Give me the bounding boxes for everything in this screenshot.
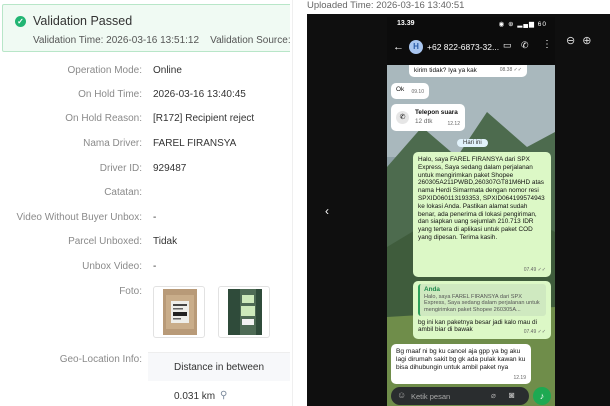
photo-thumbnail-parcel[interactable] [153,286,205,338]
chevron-left-icon[interactable]: ‹ [325,204,329,218]
zoom-out-icon[interactable]: ⊖ [566,34,575,47]
photo-thumbnail-chat[interactable] [218,286,270,338]
avatar: H [409,40,423,54]
message-text: kirim tidak? Iya ya kak [414,67,477,74]
field-value: - [153,212,157,223]
field-driver-id: Driver ID: 929487 [0,163,290,183]
status-icons: ◉ ⊕ ▂▄▆ 60 [498,21,547,28]
back-arrow-icon: ← [393,41,404,53]
field-value: - [153,261,157,272]
more-options-icon: ⋮ [542,39,552,50]
field-label: Nama Driver: [83,138,142,149]
zoom-in-icon[interactable]: ⊕ [582,34,591,47]
video-call-icon: ▭ [503,40,512,50]
message-input-bar: ☺ Ketik pesan ⌀ ◙ ♪ [387,386,555,406]
chat-photo-image [228,289,262,335]
status-time: 13.39 [397,20,415,27]
field-label: Operation Mode: [67,65,143,76]
chat-screenshot: 13.39 ◉ ⊕ ▂▄▆ 60 ← H +62 822-6873-32... … [387,17,555,406]
banner-title: Validation Passed [33,14,133,28]
message-text: Ok [396,86,405,93]
message-time: 12.19 [513,375,526,381]
message-bubble: Bg maaf ni bg ku cancel aja gpp ya bg ak… [391,344,531,384]
message-text: bg ini kan paketnya besar jadi kalo mau … [418,318,538,334]
geo-column-header: Distance in between [148,353,290,381]
chat-header: ← H +62 822-6873-32... ▭ ✆ ⋮ [387,31,555,65]
banner-subtitle: Validation Time: 2026-03-16 13:51:12 Val… [33,35,290,46]
uploaded-time: Uploaded Time: 2026-03-16 13:40:51 [307,0,465,11]
call-duration: 12 dtk [415,118,433,125]
field-value: [R172] Recipient reject [153,113,255,124]
field-value: 2026-03-16 13:40:45 [153,89,246,100]
geo-distance-value: 0.031 km [174,391,216,402]
field-value: Online [153,65,182,76]
field-on-hold-reason: On Hold Reason: [R172] Recipient reject [0,113,290,133]
field-label: Video Without Buyer Unbox: [16,212,142,223]
message-time: 12.12 [447,121,460,128]
call-title: Telepon suara [415,109,458,116]
message-text: Bg maaf ni bg ku cancel aja gpp ya bg ak… [396,348,526,371]
quoted-author: Anda [424,286,440,293]
field-label: On Hold Time: [78,89,142,100]
field-label: Driver ID: [99,163,142,174]
field-nama-driver: Nama Driver: FAREL FIRANSYA [0,138,290,158]
quoted-message: Anda Halo, saya FAREL FIRANSYA dari SPX … [418,284,546,316]
message-bubble: Halo, saya FAREL FIRANSYA dari SPX Expre… [413,152,551,277]
message-bubble: Ok 09.10 [391,83,429,99]
camera-icon: ◙ [509,390,515,400]
message-bubble: kirim tidak? Iya ya kak 08.38 ✓✓ [409,65,527,77]
image-viewer-panel: Uploaded Time: 2026-03-16 13:40:51 ‹ ⊖ ⊕… [293,0,610,406]
parcel-photo-image [163,289,197,335]
message-bubble-reply: Anda Halo, saya FAREL FIRANSYA dari SPX … [413,281,551,339]
field-label: On Hold Reason: [65,113,142,124]
validation-source: Validation Source: Syst [210,35,290,46]
map-pin-icon[interactable]: ⚲ [220,390,227,401]
field-operation-mode: Operation Mode: Online [0,65,290,85]
geo-location-table: Distance in between 0.031 km ⚲ [148,352,290,406]
emoji-icon: ☺ [397,390,407,400]
field-parcel-unboxed: Parcel Unboxed: Tidak [0,236,290,256]
field-catatan: Catatan: [0,187,290,207]
message-time: 09.10 [411,89,424,96]
phone-status-bar: 13.39 ◉ ⊕ ▂▄▆ 60 [387,17,555,31]
field-label: Catatan: [104,187,142,198]
input-placeholder: Ketik pesan [411,392,451,401]
message-time: 07.49 ✓✓ [523,267,546,274]
message-input: ☺ Ketik pesan ⌀ ◙ [391,387,529,405]
message-time: 07.49 ✓✓ [523,329,546,336]
field-label: Unbox Video: [82,261,142,272]
voice-call-bubble: ✆ Telepon suara 12 dtk 12.12 [391,104,465,131]
check-icon: ✓ [15,16,26,27]
field-label: Geo-Location Info: [59,354,142,365]
field-label: Parcel Unboxed: [68,236,142,247]
field-value: 929487 [153,163,187,174]
phone-icon: ✆ [396,111,409,124]
detail-panel: ✓ Validation Passed Validation Time: 202… [0,0,290,406]
field-unbox-video: Unbox Video: - [0,261,290,281]
day-separator: Hari ini [457,139,488,147]
field-value: Tidak [153,236,178,247]
phone-call-icon: ✆ [521,40,529,50]
contact-number: +62 822-6873-32... [427,42,500,52]
viewer-toolbar: ⊖ ⊕ [562,34,592,47]
field-on-hold-time: On Hold Time: 2026-03-16 13:40:45 [0,89,290,109]
message-time: 08.38 ✓✓ [499,67,522,74]
quoted-text: Halo, saya FAREL FIRANSYA dari SPX Expre… [424,293,540,313]
field-video-without-buyer-unbox: Video Without Buyer Unbox: - [0,212,290,232]
microphone-icon: ♪ [533,387,551,405]
image-viewer: ‹ ⊖ ⊕ 13.39 ◉ ⊕ ▂▄▆ 60 ← H +62 822-6873-… [307,14,610,406]
message-text: Halo, saya FAREL FIRANSYA dari SPX Expre… [418,156,545,241]
validation-time: Validation Time: 2026-03-16 13:51:12 [33,35,200,46]
validation-banner: ✓ Validation Passed Validation Time: 202… [2,4,290,52]
field-label: Foto: [119,286,142,297]
field-value: FAREL FIRANSYA [153,138,237,149]
attach-icon: ⌀ [491,391,496,400]
